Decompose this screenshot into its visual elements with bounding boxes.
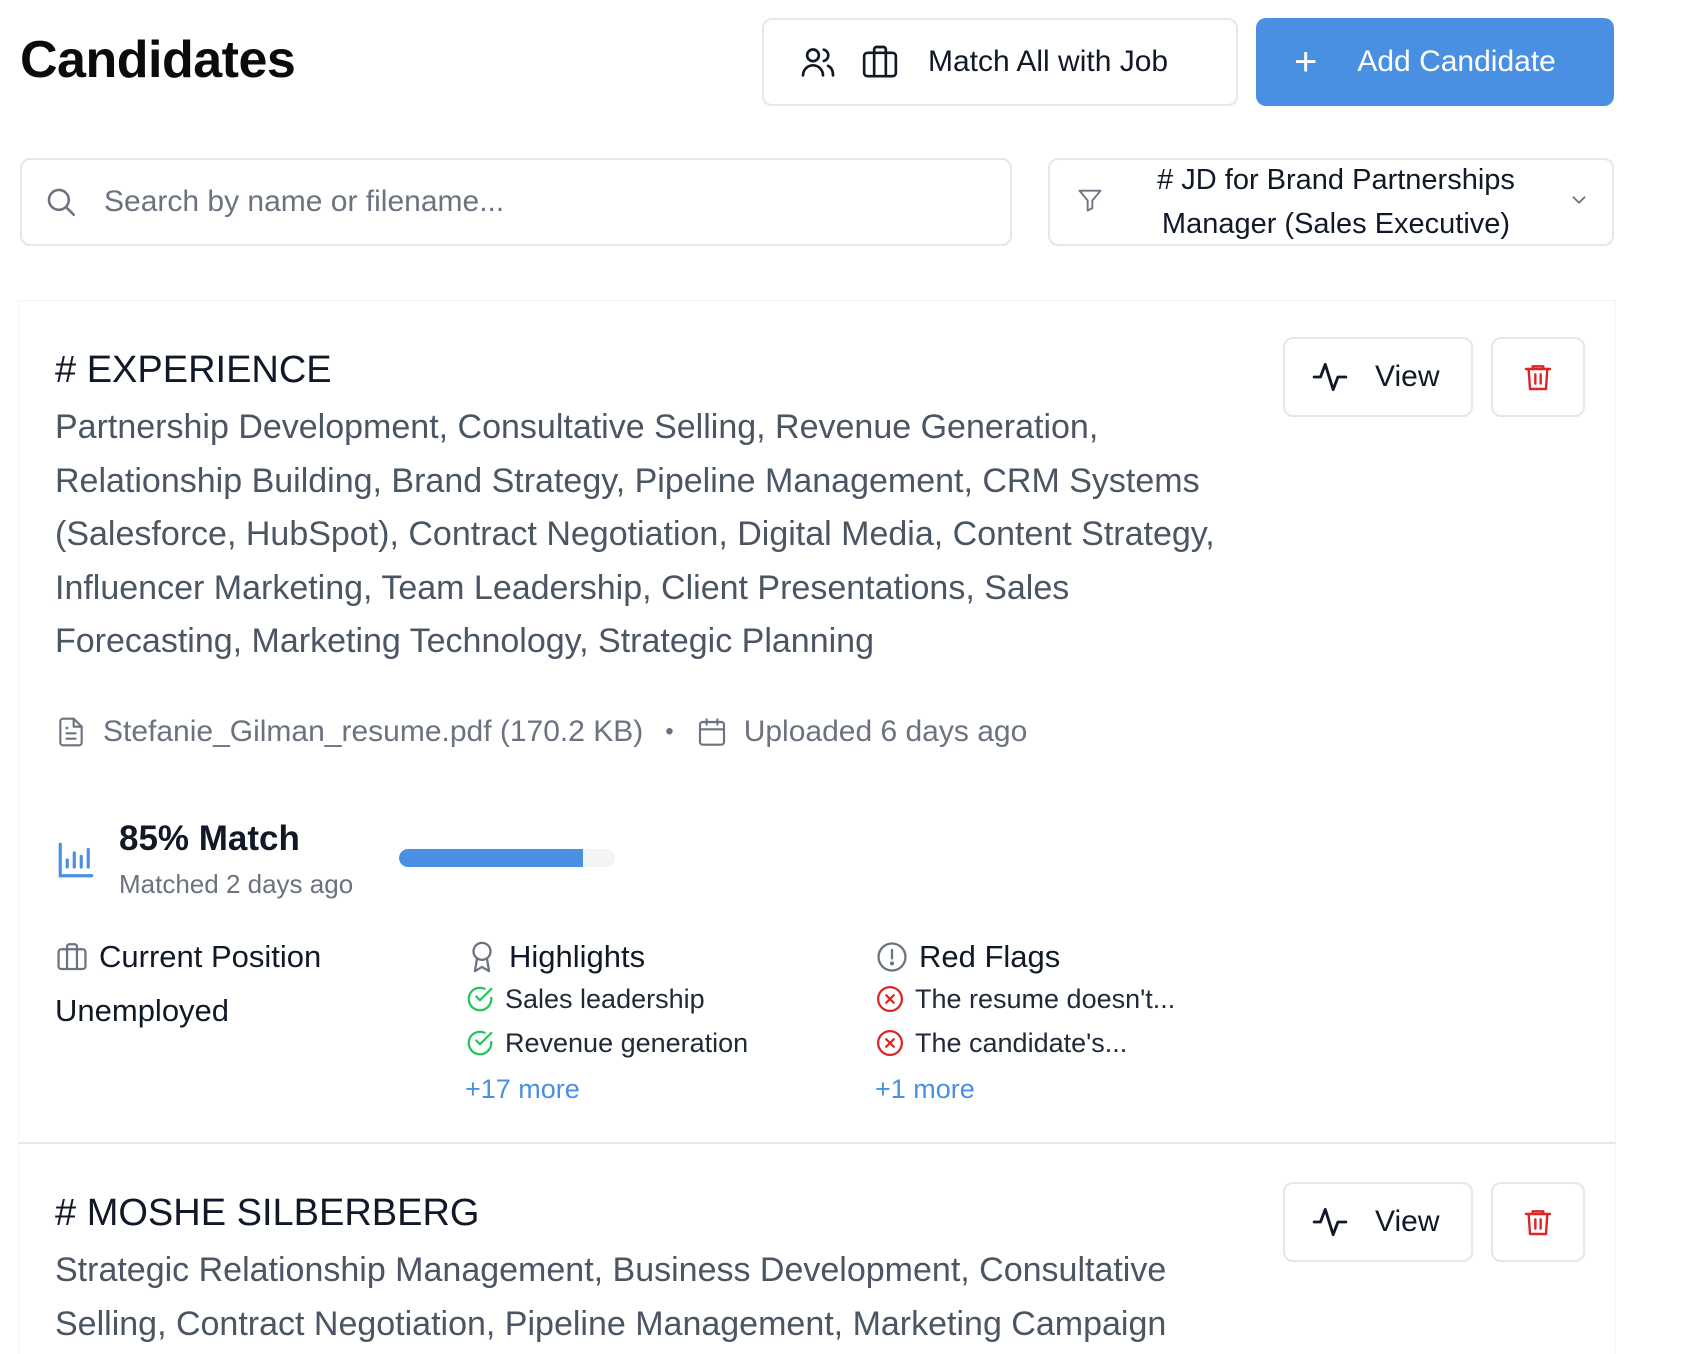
trash-icon (1524, 1210, 1552, 1236)
file-name: Stefanie_Gilman_resume.pdf (170.2 KB) (103, 715, 644, 748)
candidate-summary: Strategic Relationship Management, Busin… (55, 1251, 1167, 1343)
x-circle-icon (877, 1030, 903, 1056)
award-icon (472, 941, 492, 973)
alert-circle-icon (877, 942, 907, 972)
current-position-section: Current Position Unemployed (55, 937, 321, 1029)
check-circle-icon (467, 1030, 493, 1056)
search-icon (47, 188, 76, 217)
position-value: Unemployed (55, 993, 230, 1028)
red-flags-more-link[interactable]: +1 more (875, 1067, 1175, 1111)
highlight-item: Sales leadership (465, 977, 748, 1021)
delete-button[interactable] (1491, 337, 1585, 417)
red-flag-text: The resume doesn't... (915, 983, 1176, 1014)
view-label: View (1375, 360, 1440, 393)
bar-chart-icon (58, 842, 94, 878)
view-button[interactable]: View (1283, 1182, 1473, 1262)
candidate-title: # EXPERIENCE (55, 349, 332, 391)
chevron-down-icon (1568, 189, 1590, 216)
highlights-section: Highlights Sales leadership Revenue gene… (465, 937, 748, 1111)
plus-icon: + (1294, 40, 1318, 84)
view-label: View (1375, 1205, 1440, 1238)
match-score: 85% Match (119, 819, 300, 858)
match-progress-fill (399, 849, 583, 867)
red-flags-section: Red Flags The resume doesn't... The cand… (875, 937, 1175, 1111)
red-flags-heading: Red Flags (919, 939, 1061, 974)
match-progress-bar (399, 849, 615, 867)
highlight-item: Revenue generation (465, 1021, 748, 1065)
upload-date: Uploaded 6 days ago (743, 715, 1028, 748)
search-box (20, 158, 1012, 246)
position-heading: Current Position (99, 939, 322, 974)
view-button[interactable]: View (1283, 337, 1473, 417)
candidate-card: # EXPERIENCE Partnership Development, Co… (18, 300, 1616, 1144)
red-flag-item: The candidate's... (875, 1021, 1175, 1065)
add-candidate-label: Add Candidate (1357, 45, 1556, 78)
highlights-more-link[interactable]: +17 more (465, 1067, 748, 1111)
match-date: Matched 2 days ago (119, 869, 354, 899)
red-flag-item: The resume doesn't... (875, 977, 1175, 1021)
match-all-label: Match All with Job (928, 45, 1169, 78)
filter-icon (1076, 186, 1104, 219)
add-candidate-button[interactable]: + Add Candidate (1256, 18, 1614, 106)
calendar-icon (698, 718, 725, 746)
candidate-card: # MOSHE SILBERBERG Strategic Relationshi… (18, 1146, 1616, 1354)
activity-icon (1312, 1207, 1348, 1237)
match-all-button[interactable]: Match All with Job (762, 18, 1238, 106)
job-filter-value: # JD for Brand Partnerships Manager (Sal… (1157, 164, 1515, 240)
highlight-text: Revenue generation (505, 1027, 749, 1058)
delete-button[interactable] (1491, 1182, 1585, 1262)
trash-icon (1524, 365, 1552, 391)
briefcase-icon (57, 943, 87, 971)
highlight-text: Sales leadership (505, 983, 705, 1014)
job-filter-select[interactable]: # JD for Brand Partnerships Manager (Sal… (1048, 158, 1614, 246)
highlights-heading: Highlights (509, 939, 646, 974)
search-input[interactable] (104, 185, 964, 219)
check-circle-icon (467, 986, 493, 1012)
briefcase-icon (860, 42, 900, 82)
page-title: Candidates (20, 31, 296, 89)
activity-icon (1312, 362, 1348, 392)
candidate-summary: Partnership Development, Consultative Se… (55, 408, 1215, 660)
red-flag-text: The candidate's... (915, 1027, 1128, 1058)
users-icon (798, 42, 838, 82)
file-icon (59, 717, 83, 747)
separator-dot: • (665, 718, 674, 745)
x-circle-icon (877, 986, 903, 1012)
file-info-row: Stefanie_Gilman_resume.pdf (170.2 KB) • … (55, 715, 1027, 749)
candidate-title: # MOSHE SILBERBERG (55, 1192, 480, 1234)
